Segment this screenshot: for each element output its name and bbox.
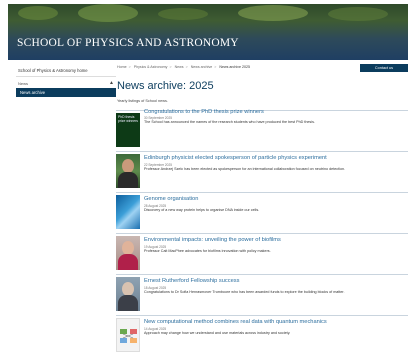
foliage-decoration <box>158 8 208 20</box>
sidebar-item-news[interactable]: News ▲ <box>16 77 116 88</box>
header-banner: SCHOOL OF PHYSICS AND ASTRONOMY <box>8 4 408 60</box>
news-item-title[interactable]: Genome organisation <box>144 196 198 202</box>
breadcrumb: Home > Physics & Astronomy > News > News ar… <box>117 65 250 69</box>
page-title: News archive: 2025 <box>117 80 214 92</box>
news-item-desc: Professor Cait MacPhee advocates for bio… <box>144 249 271 253</box>
sidebar-item-news-archive[interactable]: News archive <box>16 88 116 97</box>
news-item[interactable]: Edinburgh physicist elected spokesperson… <box>116 151 408 189</box>
sidebar-item-label: News <box>18 80 29 86</box>
news-thumbnail-portrait[interactable] <box>116 277 140 311</box>
news-item-title[interactable]: New computational method combines real d… <box>144 319 327 325</box>
news-thumbnail-portrait[interactable] <box>116 236 140 270</box>
news-item-desc: Approach may change how we understand an… <box>144 331 291 335</box>
news-item-title[interactable]: Ernest Rutherford Fellowship success <box>144 278 239 284</box>
network-icon <box>120 329 137 343</box>
news-item[interactable]: Environmental impacts: unveiling the pow… <box>116 233 408 271</box>
news-item-desc: Congratulations to Dr Sofia Henrasmover … <box>144 290 345 294</box>
site-title[interactable]: SCHOOL OF PHYSICS AND ASTRONOMY <box>17 37 239 49</box>
breadcrumb-item[interactable]: Home <box>117 65 127 69</box>
breadcrumb-item[interactable]: News archive <box>191 65 213 69</box>
news-thumbnail-graphic[interactable] <box>116 318 140 352</box>
news-thumbnail-dna[interactable] <box>116 195 140 229</box>
news-item-desc: Professor Andrzej Szelc has been elected… <box>144 167 346 171</box>
sidebar-item-home[interactable]: School of Physics & Astronomy home <box>16 66 116 77</box>
news-item[interactable]: Ernest Rutherford Fellowship success 18 … <box>116 274 408 312</box>
news-thumbnail-phd[interactable]: PhD thesis prize winners <box>116 113 140 147</box>
thumbnail-caption: PhD thesis prize winners <box>118 115 138 123</box>
news-item-desc: The School has announced the names of th… <box>144 120 315 124</box>
breadcrumb-item[interactable]: Physics & Astronomy <box>134 65 168 69</box>
news-thumbnail-portrait[interactable] <box>116 154 140 188</box>
sidebar-nav: School of Physics & Astronomy home News … <box>16 66 116 97</box>
foliage-decoration <box>18 6 58 20</box>
news-item-title[interactable]: Congratulations to the PhD thesis prize … <box>144 109 264 115</box>
foliage-decoration <box>238 5 308 21</box>
foliage-decoration <box>78 4 138 22</box>
page-intro: Yearly listings of School news. <box>117 99 168 103</box>
breadcrumb-item[interactable]: News <box>175 65 184 69</box>
foliage-decoration <box>328 7 388 21</box>
contact-us-button[interactable]: Contact us <box>360 64 408 72</box>
news-item-title[interactable]: Edinburgh physicist elected spokesperson… <box>144 155 327 161</box>
news-item-desc: Discovery of a new way protein helps to … <box>144 208 260 212</box>
chevron-up-icon[interactable]: ▲ <box>109 80 114 86</box>
news-item[interactable]: New computational method combines real d… <box>116 315 408 353</box>
breadcrumb-current: News archive 2025 <box>219 65 250 69</box>
news-item[interactable]: PhD thesis prize winners Congratulations… <box>116 109 408 148</box>
page-frame: SCHOOL OF PHYSICS AND ASTRONOMY School o… <box>8 4 408 356</box>
news-item[interactable]: Genome organisation 28 August 2025 Disco… <box>116 192 408 230</box>
news-item-title[interactable]: Environmental impacts: unveiling the pow… <box>144 237 281 243</box>
